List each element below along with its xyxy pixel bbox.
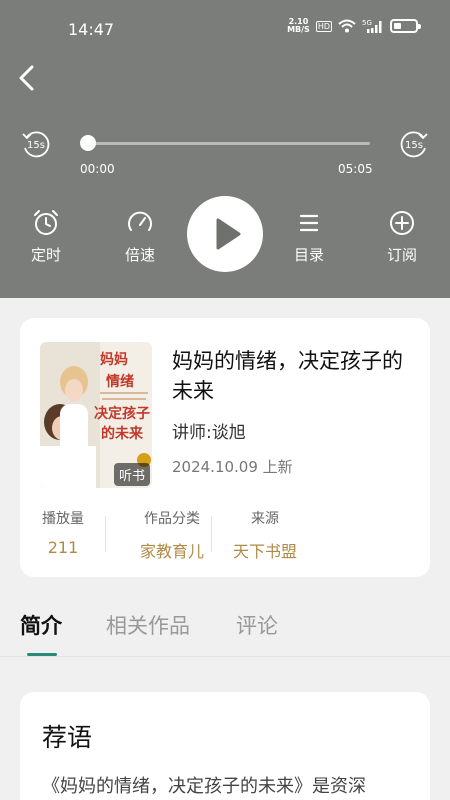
skip-forward-15-button[interactable]: 15s (398, 128, 430, 160)
subscribe-label: 订阅 (386, 246, 417, 264)
skip-back-15-button[interactable]: 15s (20, 128, 52, 160)
svg-text:决定孩子: 决定孩子 (94, 405, 150, 422)
wifi-icon (338, 19, 356, 33)
alarm-clock-icon (34, 210, 58, 235)
tab-comments[interactable]: 评论 (236, 610, 278, 640)
category-stat[interactable]: 作品分类 家教育儿 (122, 508, 222, 562)
subscribe-button[interactable]: 订阅 (372, 208, 432, 265)
add-circle-icon (390, 211, 414, 235)
stat-divider (211, 516, 212, 552)
recommendation-title: 荐语 (42, 723, 93, 752)
total-time: 05:05 (338, 162, 373, 176)
speedometer-icon (128, 211, 152, 231)
speed-label: 倍速 (124, 246, 155, 264)
list-icon (299, 214, 319, 232)
catalog-button[interactable]: 目录 (279, 208, 339, 265)
book-title: 妈妈的情绪，决定孩子的未来 (172, 349, 403, 403)
tab-divider (0, 656, 450, 657)
timer-label: 定时 (30, 246, 61, 264)
current-time: 00:00 (80, 162, 115, 176)
book-stats: 播放量 211 作品分类 家教育儿 来源 天下书盟 (20, 508, 430, 561)
recommendation-card: 荐语 《妈妈的情绪，决定孩子的未来》是资深 (20, 692, 430, 800)
progress-track[interactable] (86, 142, 370, 145)
svg-text:15s: 15s (27, 140, 45, 151)
source-stat[interactable]: 来源 天下书盟 (225, 508, 305, 562)
audiobook-badge: 听书 (113, 463, 150, 486)
svg-text:情绪: 情绪 (106, 373, 134, 390)
svg-text:15s: 15s (405, 140, 423, 151)
speed-button[interactable]: 倍速 (110, 208, 170, 265)
book-cover[interactable]: 妈妈 情绪 决定孩子 的未来 听书 (40, 342, 152, 488)
content-tabs: 简介 相关作品 评论 (0, 600, 450, 656)
battery-icon (390, 19, 421, 33)
svg-text:的未来: 的未来 (101, 425, 144, 442)
tab-related-works[interactable]: 相关作品 (106, 610, 190, 640)
lecturer: 讲师:谈旭 (172, 423, 246, 443)
recommendation-text: 《妈妈的情绪，决定孩子的未来》是资深 (42, 776, 366, 797)
svg-text:妈妈: 妈妈 (100, 351, 128, 368)
rewind-icon: 15s (22, 131, 50, 158)
timer-button[interactable]: 定时 (16, 208, 76, 265)
progress-knob[interactable] (80, 135, 96, 151)
release-date: 2024.10.09 上新 (172, 458, 293, 476)
forward-icon: 15s (400, 131, 428, 158)
play-count-stat: 播放量 211 (42, 511, 84, 557)
hd-icon: HD (315, 20, 332, 32)
net-speed: 2.10 MB/S (287, 17, 310, 34)
back-icon[interactable] (14, 64, 40, 92)
svg-text:5G: 5G (362, 19, 372, 27)
book-info-card: 妈妈 情绪 决定孩子 的未来 听书 妈妈的情绪，决定孩子的未来 讲师:谈旭 20… (20, 318, 430, 577)
signal-icon: 5G (362, 19, 382, 33)
tab-intro[interactable]: 简介 (20, 610, 62, 640)
play-icon (216, 218, 241, 250)
status-bar: 14:47 2.10 MB/S HD 5G (0, 0, 450, 60)
catalog-label: 目录 (293, 246, 324, 264)
status-icons: 2.10 MB/S HD 5G (287, 17, 421, 34)
player-panel: 14:47 2.10 MB/S HD 5G 15s 15s 00:00 05:0… (0, 0, 450, 298)
status-time: 14:47 (68, 20, 115, 39)
stat-divider (105, 516, 106, 552)
play-button[interactable] (187, 196, 263, 272)
